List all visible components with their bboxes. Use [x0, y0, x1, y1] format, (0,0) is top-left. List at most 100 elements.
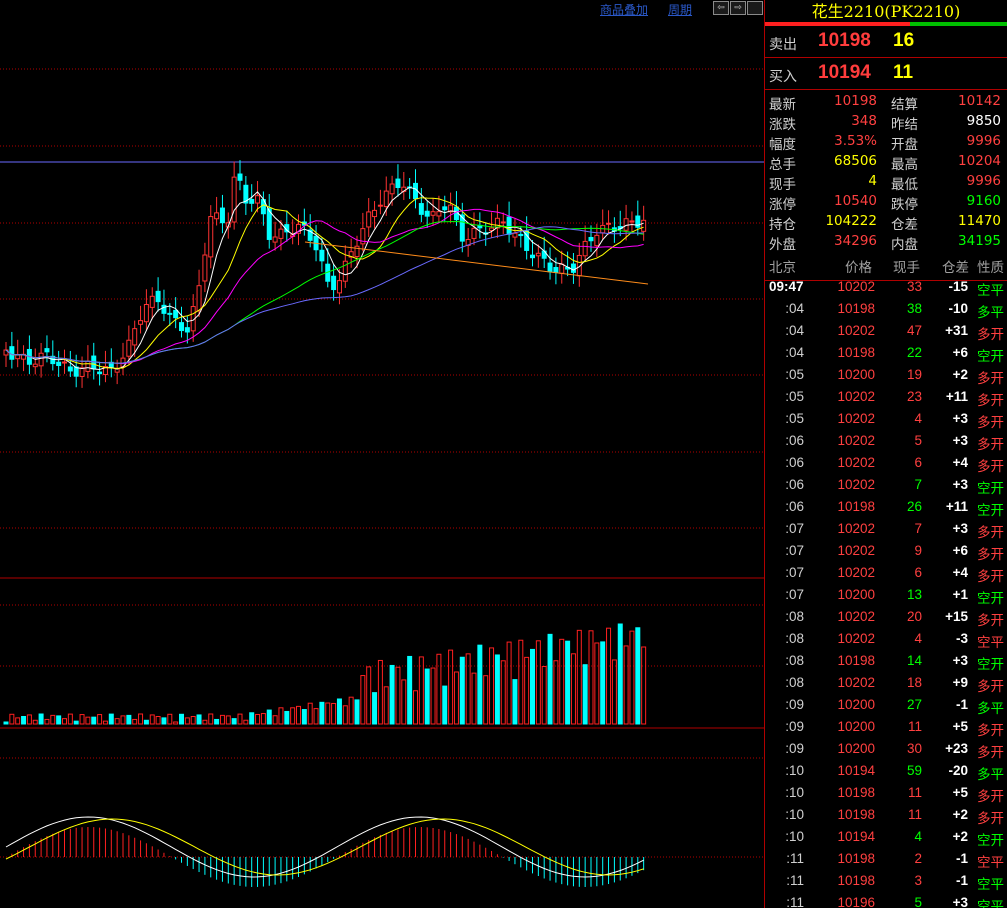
stat-value: 68506 — [834, 153, 877, 169]
stat-label: 涨停 — [769, 197, 796, 213]
tick-row: :11 10198 3 -1 空平 — [765, 870, 1007, 892]
candle-body — [79, 367, 85, 377]
tick-row: :04 10198 38 -10 多平 — [765, 298, 1007, 320]
tick-oi: +2 — [952, 829, 968, 844]
candle-body — [570, 263, 576, 273]
tick-oi: -15 — [948, 279, 968, 294]
volume-bar — [155, 716, 161, 725]
candle-body — [512, 232, 518, 238]
volume-bar — [600, 641, 606, 725]
tick-oi: +23 — [945, 741, 968, 756]
stat-value: 3.53% — [834, 133, 877, 149]
candle-body — [372, 209, 378, 218]
window-square-button[interactable] — [747, 1, 763, 15]
tick-volume: 27 — [906, 697, 922, 712]
stat-label: 最新 — [769, 97, 796, 113]
volume-bar — [331, 702, 337, 725]
stat-label: 外盘 — [769, 237, 796, 253]
tick-price: 10202 — [837, 389, 875, 404]
tick-oi: +3 — [952, 433, 968, 448]
volume-bar — [512, 679, 518, 725]
tick-time: :08 — [785, 653, 804, 668]
candle-body — [506, 216, 512, 235]
scroll-right-button[interactable]: ⇨ — [730, 1, 746, 15]
candle-body — [559, 263, 565, 274]
candle-body — [196, 285, 202, 312]
candle-body — [278, 228, 284, 239]
tick-time: :05 — [785, 389, 804, 404]
scroll-left-button[interactable]: ⇦ — [713, 1, 729, 15]
tick-oi: -20 — [948, 763, 968, 778]
candle-body — [249, 199, 255, 204]
volume-bar — [255, 713, 261, 725]
tick-row: :10 10194 4 +2 空开 — [765, 826, 1007, 848]
tick-volume: 9 — [914, 543, 922, 558]
tick-nature: 多开 — [977, 723, 1004, 738]
volume-bar — [32, 719, 38, 725]
stat-value: 9850 — [966, 113, 1001, 129]
volume-bar — [108, 713, 114, 725]
tick-row: :09 10200 11 +5 多开 — [765, 716, 1007, 738]
candle-body — [582, 240, 588, 257]
volume-bar — [477, 644, 483, 725]
kline-chart-area[interactable]: 商品叠加 周期 ⇦ ⇨ — [0, 0, 764, 908]
tick-header-volume: 现手 — [893, 260, 920, 276]
tick-volume: 59 — [906, 763, 922, 778]
tick-row: :06 10202 7 +3 空开 — [765, 474, 1007, 496]
volume-bar — [272, 715, 278, 725]
period-link[interactable]: 周期 — [668, 1, 692, 18]
tick-time: :04 — [785, 301, 804, 316]
volume-bar — [576, 629, 582, 725]
tick-time: :06 — [785, 499, 804, 514]
candle-body — [641, 219, 647, 232]
tick-oi: -1 — [955, 697, 968, 712]
candle-body — [132, 328, 138, 346]
kline-chart[interactable] — [0, 0, 764, 908]
tick-time: :09 — [785, 719, 804, 734]
volume-bar — [9, 713, 15, 725]
volume-bar — [301, 709, 307, 725]
candle-body — [179, 322, 184, 332]
candle-body — [97, 371, 103, 375]
stat-value: 9160 — [966, 193, 1001, 209]
tick-row: :07 10202 6 +4 多开 — [765, 562, 1007, 584]
tick-row: :10 10194 59 -20 多平 — [765, 760, 1007, 782]
volume-bar — [535, 640, 541, 725]
tick-row: :08 10202 20 +15 多开 — [765, 606, 1007, 628]
tick-nature: 多开 — [977, 613, 1004, 628]
candle-body — [430, 211, 436, 216]
tick-oi: +3 — [952, 521, 968, 536]
tick-row: :04 10198 22 +6 空开 — [765, 342, 1007, 364]
candle-body — [336, 280, 342, 294]
tick-header-oi: 仓差 — [942, 260, 969, 276]
tick-volume: 5 — [914, 433, 922, 448]
volume-bar — [173, 721, 179, 725]
volume-bar — [413, 690, 418, 725]
tick-price: 10194 — [837, 763, 875, 778]
candle-body — [91, 355, 97, 370]
volume-bar — [348, 696, 354, 725]
tick-oi: -10 — [948, 301, 968, 316]
volume-bar — [418, 656, 424, 725]
tick-price: 10202 — [837, 411, 875, 426]
candle-body — [173, 309, 179, 319]
candle-body — [149, 295, 155, 308]
candle-body — [547, 262, 553, 273]
volume-bar — [67, 713, 73, 725]
tick-nature: 空平 — [977, 855, 1004, 870]
tick-time: :11 — [786, 895, 804, 908]
tick-row: 09:47 10202 33 -15 空平 — [765, 276, 1007, 298]
candle-body — [606, 222, 612, 225]
stat-label: 结算 — [891, 97, 918, 113]
tick-volume: 22 — [906, 345, 922, 360]
volume-bar — [179, 713, 184, 725]
tick-volume: 30 — [906, 741, 922, 756]
tick-row: :08 10198 14 +3 空开 — [765, 650, 1007, 672]
candle-body — [377, 204, 383, 207]
volume-bar — [237, 713, 243, 725]
tick-volume: 11 — [907, 719, 922, 734]
candle-body — [237, 173, 243, 181]
volume-bar — [570, 653, 576, 725]
overlay-product-link[interactable]: 商品叠加 — [600, 1, 648, 18]
tick-row: :05 10202 4 +3 多开 — [765, 408, 1007, 430]
